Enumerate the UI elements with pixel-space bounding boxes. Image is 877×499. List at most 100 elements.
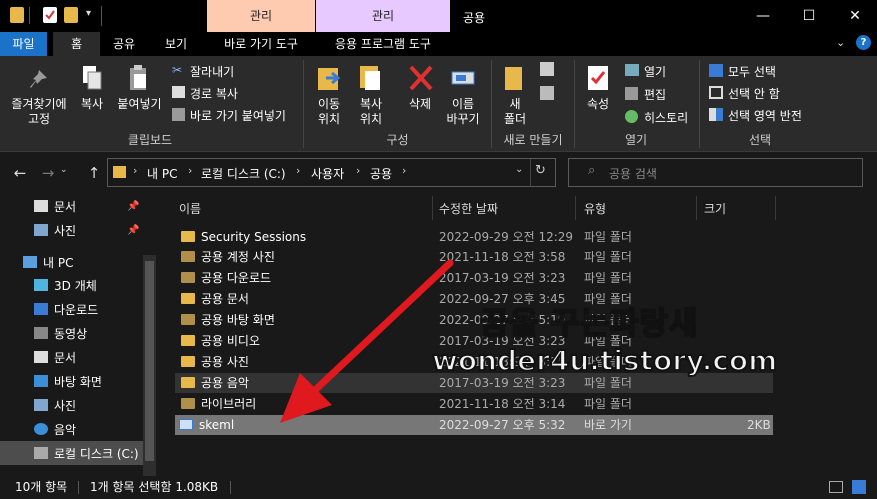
nav-scrollbar-thumb[interactable] — [145, 261, 154, 461]
column-header-type[interactable]: 유형 — [584, 200, 606, 217]
documents-icon — [34, 200, 48, 212]
organize-group-label: 구성 — [386, 133, 409, 147]
nav-item-videos[interactable]: 동영상 — [34, 322, 87, 346]
quick-access-dropdown-icon[interactable]: ▾ — [86, 8, 91, 19]
paste-button[interactable]: 붙여넣기 — [112, 97, 167, 112]
tab-file[interactable]: 파일 — [0, 32, 47, 56]
edit-button[interactable]: 편집 — [644, 86, 666, 103]
new-item-icon[interactable] — [540, 62, 554, 76]
watermark-url: wonder4u.tistory.com — [431, 343, 778, 378]
file-name: 공용 다운로드 — [201, 271, 272, 285]
breadcrumb-item[interactable]: 로컬 디스크 (C:) — [201, 165, 286, 182]
tab-home[interactable]: 홈 — [53, 32, 100, 56]
delete-icon — [408, 64, 434, 92]
file-row-selected[interactable]: skeml 2022-09-27 오후 5:32 바로 가기 2KB — [175, 415, 773, 435]
nav-item-desktop[interactable]: 바탕 화면 — [34, 370, 102, 394]
nav-item-downloads[interactable]: 다운로드 — [34, 298, 98, 322]
file-row[interactable]: 공용 계정 사진 2021-11-18 오전 3:58 파일 폴더 — [175, 247, 773, 267]
breadcrumb-item[interactable]: 내 PC — [147, 165, 177, 182]
address-dropdown-icon[interactable]: ⌄ — [515, 164, 523, 175]
column-header-size[interactable]: 크기 — [704, 200, 726, 217]
easy-access-icon[interactable] — [540, 86, 554, 100]
history-button[interactable]: 히스토리 — [644, 109, 688, 126]
selection-info: 1개 항목 선택함 1.08KB — [90, 480, 219, 494]
nav-item-documents[interactable]: 문서 — [34, 195, 76, 219]
new-folder-quick-icon[interactable] — [64, 7, 78, 23]
maximize-button[interactable]: ☐ — [786, 0, 832, 32]
move-to-button[interactable]: 이동 위치 — [309, 97, 349, 127]
file-row[interactable]: Security Sessions 2022-09-29 오전 12:29 파일 폴… — [175, 227, 773, 247]
copy-to-button[interactable]: 복사 위치 — [351, 97, 391, 127]
close-button[interactable]: ✕ — [832, 0, 877, 32]
tab-shortcut-tools[interactable]: 바로 가기 도구 — [207, 32, 315, 56]
divider — [575, 196, 576, 220]
nav-item-music[interactable]: 음악 — [34, 418, 76, 442]
nav-item-pictures[interactable]: 사진 — [34, 394, 76, 418]
nav-item-documents[interactable]: 문서 — [34, 346, 76, 370]
copy-path-icon — [172, 86, 185, 98]
nav-item-local-disk[interactable]: 로컬 디스크 (C:) — [34, 442, 139, 466]
invert-selection-icon — [709, 108, 723, 121]
watermark-title: 꿈을 꾸는파랑새 — [479, 305, 699, 343]
select-group-label: 선택 — [748, 133, 772, 147]
folder-icon — [181, 314, 195, 325]
file-name: 공용 바탕 화면 — [201, 313, 275, 327]
rename-button[interactable]: 이름 바꾸기 — [440, 97, 486, 127]
paste-shortcut-button[interactable]: 바로 가기 붙여넣기 — [190, 107, 286, 124]
properties-icon — [586, 64, 610, 92]
folder-icon — [181, 251, 195, 262]
select-all-button[interactable]: 모두 선택 — [728, 63, 776, 80]
file-type: 파일 폴더 — [584, 250, 632, 264]
tab-view[interactable]: 보기 — [150, 32, 202, 56]
nav-item-this-pc[interactable]: 내 PC — [23, 251, 73, 275]
rename-icon — [450, 66, 478, 90]
up-button[interactable]: ↑ — [83, 162, 105, 184]
file-row[interactable]: 라이브러리 2021-11-18 오전 3:14 파일 폴더 — [175, 394, 773, 414]
file-row[interactable]: 공용 다운로드 2017-03-19 오전 3:23 파일 폴더 — [175, 268, 773, 288]
refresh-icon[interactable]: ↻ — [535, 163, 546, 178]
open-group-label: 열기 — [624, 133, 648, 147]
breadcrumb-item[interactable]: 공용 — [370, 165, 392, 182]
column-header-name[interactable]: 이름 — [179, 200, 201, 217]
move-to-icon — [316, 64, 342, 92]
tab-app-tools[interactable]: 응용 프로그램 도구 — [316, 32, 450, 56]
breadcrumb-item[interactable]: 사용자 — [311, 165, 344, 182]
properties-button[interactable]: 속성 — [578, 97, 618, 112]
context-tab-manage-shortcut[interactable]: 관리 — [207, 0, 315, 32]
minimize-button[interactable]: — — [740, 0, 786, 32]
file-type: 파일 폴더 — [584, 271, 632, 285]
recent-locations-icon[interactable]: ⌄ — [60, 165, 68, 175]
open-button[interactable]: 열기 — [644, 63, 666, 80]
help-icon[interactable]: ? — [856, 35, 871, 50]
forward-button[interactable]: → — [37, 162, 59, 184]
file-name: 공용 비디오 — [201, 334, 261, 348]
nav-item-label: 문서 — [54, 200, 77, 214]
divider — [101, 6, 102, 26]
tab-share[interactable]: 공유 — [104, 32, 144, 56]
large-icons-view-icon[interactable] — [852, 480, 866, 494]
back-button[interactable]: ← — [9, 162, 31, 184]
copy-button[interactable]: 복사 — [72, 97, 112, 112]
pin-to-quick-access-button[interactable]: 즐겨찾기에 고정 — [2, 97, 76, 127]
divider — [432, 196, 433, 220]
context-tab-manage-app[interactable]: 관리 — [316, 0, 450, 32]
properties-quick-icon[interactable] — [43, 7, 57, 23]
search-icon: ⌕ — [588, 163, 596, 178]
folder-icon — [181, 377, 195, 388]
ribbon-collapse-icon[interactable]: ⌄ — [836, 36, 845, 49]
divider — [230, 481, 231, 494]
select-none-button[interactable]: 선택 안 함 — [728, 85, 780, 102]
cut-button[interactable]: 잘라내기 — [190, 63, 234, 80]
nav-item-label: 음악 — [54, 423, 77, 437]
new-folder-button[interactable]: 새 폴더 — [495, 97, 535, 127]
invert-selection-button[interactable]: 선택 영역 반전 — [728, 107, 802, 124]
paste-icon — [128, 64, 150, 92]
drive-icon — [34, 447, 48, 459]
nav-item-pictures[interactable]: 사진 — [34, 219, 76, 243]
copy-path-button[interactable]: 경로 복사 — [190, 85, 238, 102]
delete-button[interactable]: 삭제 — [400, 97, 440, 112]
details-view-icon[interactable] — [829, 481, 843, 493]
column-header-date[interactable]: 수정한 날짜 — [439, 200, 498, 217]
download-icon — [34, 303, 48, 315]
nav-item-3d-objects[interactable]: 3D 개체 — [34, 274, 97, 298]
